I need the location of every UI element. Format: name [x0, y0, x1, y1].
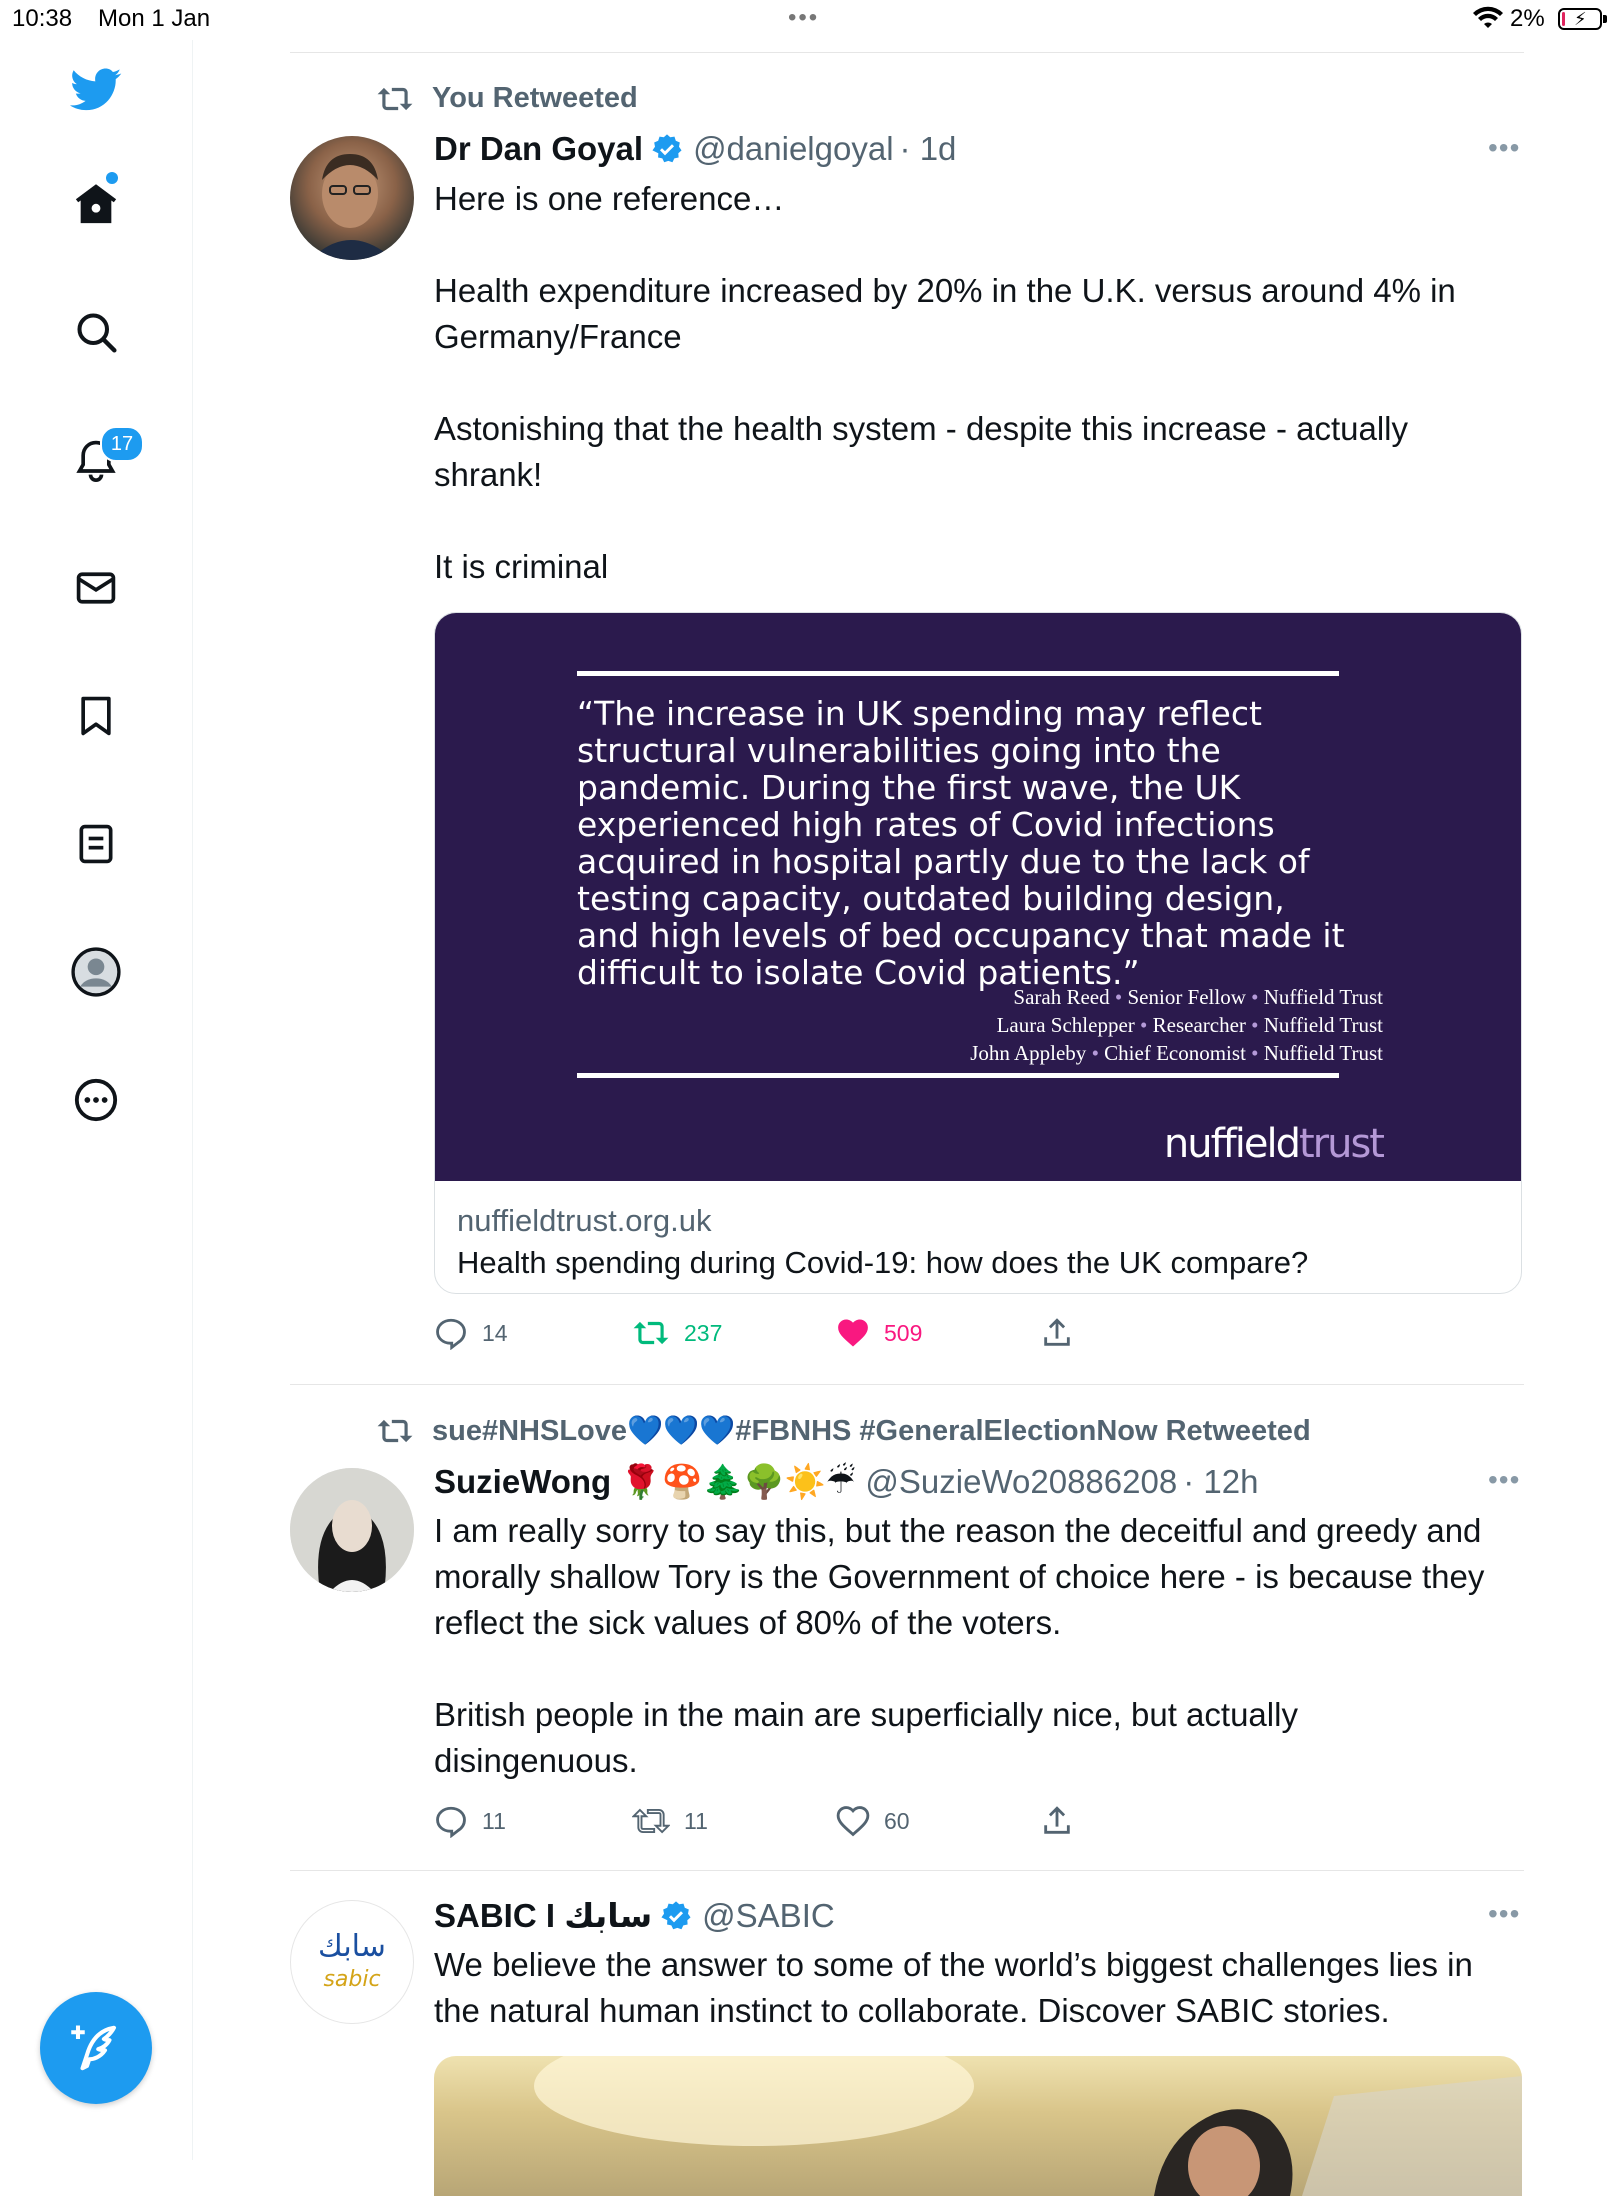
author-handle[interactable]: @SABIC — [702, 1897, 835, 1935]
tweet-text: Here is one reference… Health expenditur… — [434, 180, 1456, 585]
retweet-count: 11 — [684, 1807, 708, 1834]
like-button[interactable]: 60 — [836, 1804, 1040, 1838]
retweet-icon — [377, 1419, 413, 1443]
reply-count: 14 — [482, 1319, 508, 1346]
explore-icon[interactable] — [68, 304, 124, 360]
tweet-text: We believe the answer to some of the wor… — [434, 1946, 1473, 2029]
retweet-icon — [377, 87, 413, 110]
messages-icon[interactable] — [68, 560, 124, 616]
like-button[interactable]: 509 — [836, 1316, 1040, 1350]
feed-top-divider — [290, 52, 1524, 53]
tweet-divider — [290, 1384, 1524, 1385]
avatar-dan-goyal[interactable] — [290, 136, 414, 260]
wifi-icon — [1472, 6, 1504, 37]
card-rule-bottom — [577, 1073, 1339, 1078]
share-icon — [1044, 1806, 1070, 1834]
status-date: Mon 1 Jan — [98, 5, 211, 32]
reply-button[interactable]: 14 — [434, 1316, 632, 1350]
tweet-author-row: SABIC I سابك @SABIC — [434, 1896, 835, 1935]
retweet-icon — [633, 1321, 669, 1345]
card-title: Health spending during Covid-19: how doe… — [457, 1245, 1309, 1280]
heart-filled-icon — [838, 1319, 868, 1347]
card-quote: “The increase in UK spending may reflect… — [577, 694, 1345, 992]
share-icon — [1044, 1318, 1070, 1346]
avatar-suziewong[interactable] — [290, 1468, 414, 1592]
bookmarks-icon[interactable] — [68, 688, 124, 744]
sabic-logo-arabic: سابك — [318, 1929, 386, 1964]
tweet-more-icon[interactable]: ••• — [1488, 1464, 1520, 1496]
status-bar: 10:38 Mon 1 Jan ••• 2% ⚡ — [0, 0, 1620, 40]
notifications-badge: 17 — [100, 426, 144, 462]
verified-badge-icon — [661, 1900, 691, 1929]
tweet-divider — [290, 1870, 1524, 1871]
retweet-button[interactable]: 237 — [632, 1318, 836, 1348]
retweet-context: sue#NHSLove💙💙💙#FBNHS #GeneralElectionNow… — [376, 1414, 1311, 1448]
multitasking-dots-icon[interactable]: ••• — [788, 4, 819, 32]
share-button[interactable] — [1040, 1804, 1088, 1838]
compose-tweet-button[interactable] — [40, 1992, 152, 2104]
card-credits: Sarah Reed • Senior Fellow • Nuffield Tr… — [970, 983, 1383, 1067]
card-domain: nuffieldtrust.org.uk — [457, 1203, 712, 1238]
home-icon[interactable] — [68, 176, 124, 232]
tweet-author-row: Dr Dan Goyal @danielgoyal · 1d — [434, 130, 956, 168]
credit-line: Sarah Reed • Senior Fellow • Nuffield Tr… — [1013, 985, 1383, 1009]
retweet-button[interactable]: 11 — [632, 1806, 836, 1836]
tweet-more-icon[interactable]: ••• — [1488, 1898, 1520, 1930]
credit-line: John Appleby • Chief Economist • Nuffiel… — [970, 1041, 1383, 1065]
lists-icon[interactable] — [68, 816, 124, 872]
reply-count: 11 — [482, 1807, 506, 1834]
sabic-logo-latin: sabic — [323, 1967, 381, 1992]
status-time: 10:38 — [12, 5, 73, 32]
author-handle[interactable]: @danielgoyal — [693, 130, 893, 168]
tweet-text: I am really sorry to say this, but the r… — [434, 1512, 1485, 1779]
ad-media-image[interactable] — [434, 2056, 1522, 2196]
tweet-actions: 11 11 60 — [434, 1804, 1088, 1838]
retweet-count: 237 — [684, 1319, 723, 1346]
author-name[interactable]: Dr Dan Goyal — [434, 130, 643, 168]
verified-badge-icon — [652, 134, 682, 163]
retweet-context-label: You Retweeted — [432, 82, 638, 114]
tweet-author-row: SuzieWong 🌹🍄🌲🌳☀️☔ @SuzieWo20886208 · 12h — [434, 1462, 1258, 1502]
retweet-context-label: sue#NHSLove💙💙💙#FBNHS #GeneralElectionNow… — [432, 1415, 1311, 1447]
author-handle[interactable]: @SuzieWo20886208 — [865, 1463, 1177, 1501]
home-unread-dot — [106, 172, 118, 184]
heart-outline-icon — [836, 1806, 870, 1837]
like-count: 509 — [884, 1319, 923, 1346]
avatar-sabic-logo[interactable]: سابك sabic — [290, 1900, 414, 2024]
like-count: 60 — [884, 1807, 910, 1834]
share-button[interactable] — [1040, 1316, 1088, 1350]
card-image: “The increase in UK spending may reflect… — [435, 613, 1521, 1181]
card-rule-top — [577, 671, 1339, 676]
credit-line: Laura Schlepper • Researcher • Nuffield … — [996, 1013, 1383, 1037]
retweet-context: You Retweeted — [376, 82, 638, 115]
retweet-icon — [632, 1808, 670, 1834]
battery-percent: 2% — [1510, 5, 1545, 32]
link-card[interactable]: “The increase in UK spending may reflect… — [434, 612, 1522, 1294]
profile-avatar-icon[interactable] — [68, 944, 124, 1000]
author-name[interactable]: SABIC I سابك — [434, 1896, 652, 1935]
twitter-logo-icon[interactable] — [68, 62, 124, 118]
battery-icon: ⚡ — [1558, 8, 1607, 30]
tweet-time[interactable]: · 12h — [1183, 1463, 1258, 1501]
nuffield-trust-logo: nuffieldtrust — [1163, 1121, 1385, 1167]
tweet-more-icon[interactable]: ••• — [1488, 132, 1520, 164]
tweet-time[interactable]: · 1d — [900, 130, 957, 168]
compose-feather-icon — [71, 2025, 117, 2071]
author-name[interactable]: SuzieWong 🌹🍄🌲🌳☀️☔ — [434, 1462, 855, 1502]
reply-button[interactable]: 11 — [434, 1804, 632, 1838]
reply-icon — [436, 1806, 466, 1838]
tweet-actions: 14 237 509 — [434, 1316, 1088, 1350]
more-options-icon[interactable] — [68, 1072, 124, 1128]
reply-icon — [436, 1318, 466, 1350]
